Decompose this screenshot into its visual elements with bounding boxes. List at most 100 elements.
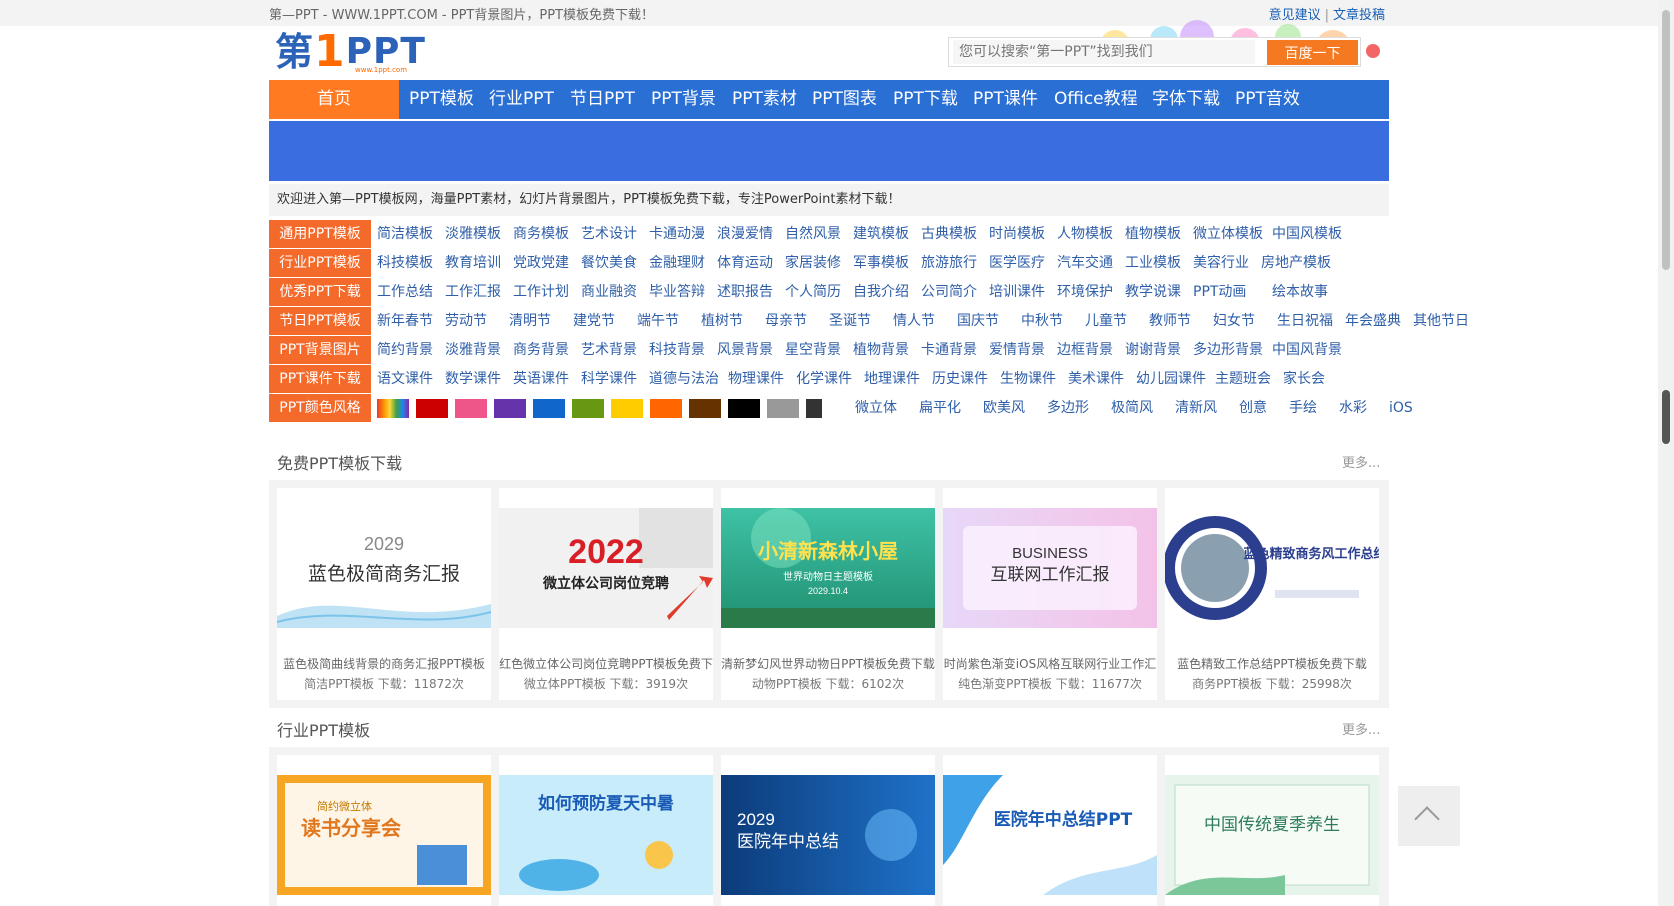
nav-item[interactable]: 节日PPT (570, 80, 635, 119)
category-link[interactable]: 微立体 (855, 394, 897, 422)
category-link[interactable]: 卡通背景 (921, 336, 977, 364)
category-label[interactable]: 行业PPT模板 (269, 249, 371, 277)
card-title[interactable]: 蓝色极简曲线背景的商务汇报PPT模板 (277, 655, 491, 672)
category-link[interactable]: 新年春节 (377, 307, 433, 335)
category-link[interactable]: 创意 (1239, 394, 1267, 422)
category-link[interactable]: 毕业答辩 (649, 278, 705, 306)
category-link[interactable]: 古典模板 (921, 220, 977, 248)
category-link[interactable]: 微立体模板 (1193, 220, 1263, 248)
nav-item[interactable]: PPT图表 (812, 80, 877, 119)
category-link[interactable]: 工作汇报 (445, 278, 501, 306)
card-title[interactable]: 红色微立体公司岗位竞聘PPT模板免费下 (499, 655, 713, 672)
category-link[interactable]: 培训课件 (989, 278, 1045, 306)
feedback-link[interactable]: 意见建议 (1269, 8, 1321, 23)
color-swatch[interactable] (533, 399, 565, 418)
card-title[interactable]: 时尚紫色渐变iOS风格互联网行业工作汇 (943, 655, 1157, 672)
nav-item[interactable]: PPT背景 (651, 80, 716, 119)
color-swatch[interactable] (572, 399, 604, 418)
category-link[interactable]: 植物背景 (853, 336, 909, 364)
category-link[interactable]: 情人节 (893, 307, 935, 335)
banner[interactable] (269, 121, 1389, 181)
category-link[interactable]: 星空背景 (785, 336, 841, 364)
category-link[interactable]: 手绘 (1289, 394, 1317, 422)
category-link[interactable]: 其他节日 (1413, 307, 1469, 335)
category-link[interactable]: 餐饮美食 (581, 249, 637, 277)
nav-item[interactable]: 字体下载 (1152, 80, 1220, 119)
category-link[interactable]: 清明节 (509, 307, 551, 335)
search-input[interactable] (953, 40, 1255, 64)
category-link[interactable]: 美术课件 (1068, 365, 1124, 393)
category-link[interactable]: 化学课件 (796, 365, 852, 393)
category-link[interactable]: 汽车交通 (1057, 249, 1113, 277)
category-link[interactable]: 数学课件 (445, 365, 501, 393)
nav-item[interactable]: PPT素材 (732, 80, 797, 119)
color-swatch[interactable] (416, 399, 448, 418)
category-link[interactable]: 边框背景 (1057, 336, 1113, 364)
category-link[interactable]: 主题班会 (1215, 365, 1271, 393)
category-link[interactable]: 科技背景 (649, 336, 705, 364)
nav-item[interactable]: Office教程 (1054, 80, 1138, 119)
color-swatch[interactable] (611, 399, 643, 418)
nav-item[interactable]: PPT模板 (409, 80, 474, 119)
category-link[interactable]: 中国风背景 (1272, 336, 1342, 364)
color-swatch[interactable] (455, 399, 487, 418)
category-link[interactable]: 教学说课 (1125, 278, 1181, 306)
template-card[interactable]: 中国传统夏季养生 (1165, 755, 1379, 906)
category-link[interactable]: 爱情背景 (989, 336, 1045, 364)
search-button[interactable]: 百度一下 (1267, 40, 1358, 65)
category-link[interactable]: 多边形 (1047, 394, 1089, 422)
card-title[interactable]: 蓝色精致工作总结PPT模板免费下载 (1165, 655, 1379, 672)
category-link[interactable]: 时尚模板 (989, 220, 1045, 248)
category-link[interactable]: 美容行业 (1193, 249, 1249, 277)
category-link[interactable]: 母亲节 (765, 307, 807, 335)
template-card[interactable]: 医院年中总结PPT (943, 755, 1157, 906)
category-link[interactable]: 物理课件 (728, 365, 784, 393)
nav-item[interactable]: PPT课件 (973, 80, 1038, 119)
category-link[interactable]: 历史课件 (932, 365, 988, 393)
category-link[interactable]: 谢谢背景 (1125, 336, 1181, 364)
template-card[interactable]: 小清新森林小屋 世界动物日主题模板 2029.10.4 清新梦幻风世界动物日PP… (721, 488, 935, 700)
template-card[interactable]: 2029 蓝色极简商务汇报 蓝色极简曲线背景的商务汇报PPT模板 简洁PPT模板… (277, 488, 491, 700)
category-label[interactable]: PPT背景图片 (269, 336, 371, 364)
category-link[interactable]: PPT动画 (1193, 278, 1246, 306)
category-link[interactable]: 党政党建 (513, 249, 569, 277)
category-link[interactable]: 金融理财 (649, 249, 705, 277)
submit-article-link[interactable]: 文章投稿 (1333, 8, 1385, 23)
template-card[interactable]: 蓝色精致商务风工作总结 蓝色精致工作总结PPT模板免费下载 商务PPT模板 下载… (1165, 488, 1379, 700)
category-link[interactable]: 多边形背景 (1193, 336, 1263, 364)
category-link[interactable]: 绘本故事 (1272, 278, 1328, 306)
template-card[interactable]: 2022 微立体公司岗位竞聘 红色微立体公司岗位竞聘PPT模板免费下 微立体PP… (499, 488, 713, 700)
nav-home[interactable]: 首页 (269, 80, 399, 119)
category-link[interactable]: 工作计划 (513, 278, 569, 306)
category-link[interactable]: 艺术背景 (581, 336, 637, 364)
category-link[interactable]: 工作总结 (377, 278, 433, 306)
category-link[interactable]: 商务背景 (513, 336, 569, 364)
category-label[interactable]: 通用PPT模板 (269, 220, 371, 248)
category-link[interactable]: 中国风模板 (1272, 220, 1342, 248)
category-label[interactable]: PPT颜色风格 (269, 394, 371, 422)
color-swatch[interactable] (806, 399, 838, 418)
category-link[interactable]: 圣诞节 (829, 307, 871, 335)
color-swatch[interactable] (650, 399, 682, 418)
category-link[interactable]: 端午节 (637, 307, 679, 335)
category-link[interactable]: 教师节 (1149, 307, 1191, 335)
category-link[interactable]: 商业融资 (581, 278, 637, 306)
nav-item[interactable]: PPT下载 (893, 80, 958, 119)
category-link[interactable]: 医学医疗 (989, 249, 1045, 277)
color-swatch[interactable] (767, 399, 799, 418)
category-link[interactable]: 幼儿园课件 (1136, 365, 1206, 393)
category-label[interactable]: PPT课件下载 (269, 365, 371, 393)
category-link[interactable]: 艺术设计 (581, 220, 637, 248)
category-link[interactable]: 家居装修 (785, 249, 841, 277)
category-link[interactable]: 旅游旅行 (921, 249, 977, 277)
scrollbar-thumb[interactable] (1662, 10, 1670, 270)
category-link[interactable]: 工业模板 (1125, 249, 1181, 277)
category-link[interactable]: 淡雅背景 (445, 336, 501, 364)
category-link[interactable]: 极简风 (1111, 394, 1153, 422)
nav-item[interactable]: 行业PPT (489, 80, 554, 119)
category-link[interactable]: 建党节 (573, 307, 615, 335)
category-link[interactable]: 风景背景 (717, 336, 773, 364)
category-link[interactable]: 自我介绍 (853, 278, 909, 306)
category-link[interactable]: 家长会 (1283, 365, 1325, 393)
more-link-free[interactable]: 更多... (1342, 450, 1380, 478)
